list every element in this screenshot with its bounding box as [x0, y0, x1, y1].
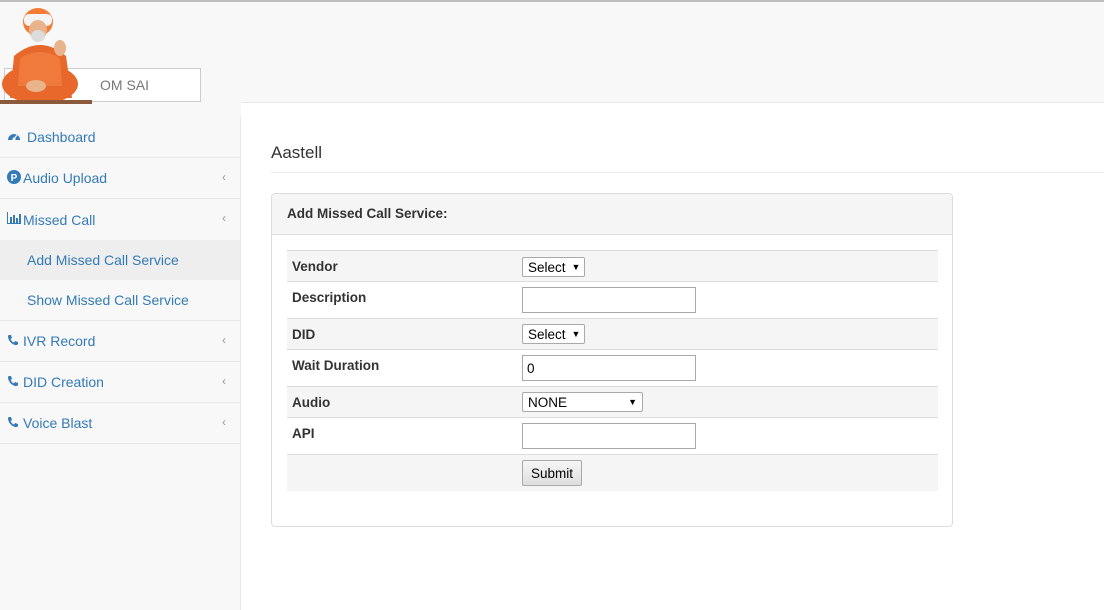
dropdown-arrow-icon: ▼	[571, 329, 581, 339]
api-input[interactable]	[522, 423, 696, 449]
chevron-left-icon: ‹	[222, 170, 226, 184]
phone-icon	[7, 416, 23, 431]
sidebar-subitem-add-missed-call-service[interactable]: Add Missed Call Service	[0, 240, 240, 280]
chevron-left-icon: ‹	[222, 211, 226, 225]
audio-select-value: NONE	[528, 394, 568, 410]
missed-call-submenu: Add Missed Call Service Show Missed Call…	[0, 240, 240, 321]
sidebar-item-voice-blast[interactable]: Voice Blast ‹	[0, 403, 240, 444]
dropdown-arrow-icon: ▼	[571, 262, 581, 272]
did-select[interactable]: Select ▼	[522, 324, 585, 344]
form-row-api: API	[287, 418, 938, 455]
form-row-wait-duration: Wait Duration 0	[287, 350, 938, 387]
form-row-submit: Submit	[287, 455, 938, 491]
sidebar-item-did-creation[interactable]: DID Creation ‹	[0, 362, 240, 403]
phone-icon	[7, 375, 23, 390]
dropdown-arrow-icon: ▼	[628, 397, 637, 407]
sidebar-item-label: Voice Blast	[23, 415, 93, 431]
form-row-did: DID Select ▼	[287, 319, 938, 350]
vendor-select[interactable]: Select ▼	[522, 257, 585, 277]
sidebar-item-ivr-record[interactable]: IVR Record ‹	[0, 321, 240, 362]
wait-duration-input[interactable]: 0	[522, 355, 696, 381]
sidebar-item-label: Dashboard	[27, 129, 96, 145]
wait-duration-label: Wait Duration	[292, 358, 380, 373]
form-table: Vendor Select ▼ Description DID Select ▼…	[287, 250, 938, 491]
chevron-left-icon: ‹	[222, 415, 226, 429]
main-content: Aastell Add Missed Call Service: Vendor …	[241, 102, 1104, 610]
sidebar-item-label: IVR Record	[23, 333, 96, 349]
p-circle-icon: P	[7, 169, 23, 187]
sidebar-subitem-show-missed-call-service[interactable]: Show Missed Call Service	[0, 280, 240, 320]
add-missed-call-panel: Add Missed Call Service: Vendor Select ▼…	[271, 193, 953, 527]
did-select-value: Select	[528, 326, 566, 342]
dashboard-icon	[7, 130, 23, 145]
bar-chart-icon	[7, 212, 23, 227]
sidebar: Dashboard P Audio Upload ‹ Missed Call ‹…	[0, 117, 241, 610]
sidebar-item-label: DID Creation	[23, 374, 104, 390]
sidebar-item-missed-call[interactable]: Missed Call ‹	[0, 199, 240, 240]
sidebar-item-label: Audio Upload	[23, 170, 108, 186]
brand-label[interactable]: OM SAI	[100, 77, 149, 93]
panel-heading: Add Missed Call Service:	[272, 194, 952, 235]
vendor-select-value: Select	[528, 259, 566, 275]
title-divider	[271, 172, 1104, 173]
submit-button[interactable]: Submit	[522, 460, 582, 486]
audio-select[interactable]: NONE ▼	[522, 392, 643, 412]
chevron-left-icon: ‹	[222, 374, 226, 388]
sidebar-item-dashboard[interactable]: Dashboard	[0, 117, 240, 158]
api-label: API	[292, 426, 315, 441]
form-row-vendor: Vendor Select ▼	[287, 251, 938, 282]
sai-baba-logo	[0, 8, 92, 104]
sidebar-item-audio-upload[interactable]: P Audio Upload ‹	[0, 158, 240, 199]
audio-label: Audio	[292, 395, 331, 410]
header: OM SAI	[0, 2, 1104, 104]
page-title: Aastell	[271, 143, 323, 162]
chevron-left-icon: ‹	[222, 333, 226, 347]
description-label: Description	[292, 290, 367, 305]
form-row-description: Description	[287, 282, 938, 319]
did-label: DID	[292, 327, 316, 342]
description-input[interactable]	[522, 287, 696, 313]
sidebar-item-label: Missed Call	[23, 211, 96, 228]
svg-text:P: P	[11, 173, 18, 184]
phone-icon	[7, 334, 23, 349]
form-row-audio: Audio NONE ▼	[287, 387, 938, 418]
vendor-label: Vendor	[292, 259, 338, 274]
